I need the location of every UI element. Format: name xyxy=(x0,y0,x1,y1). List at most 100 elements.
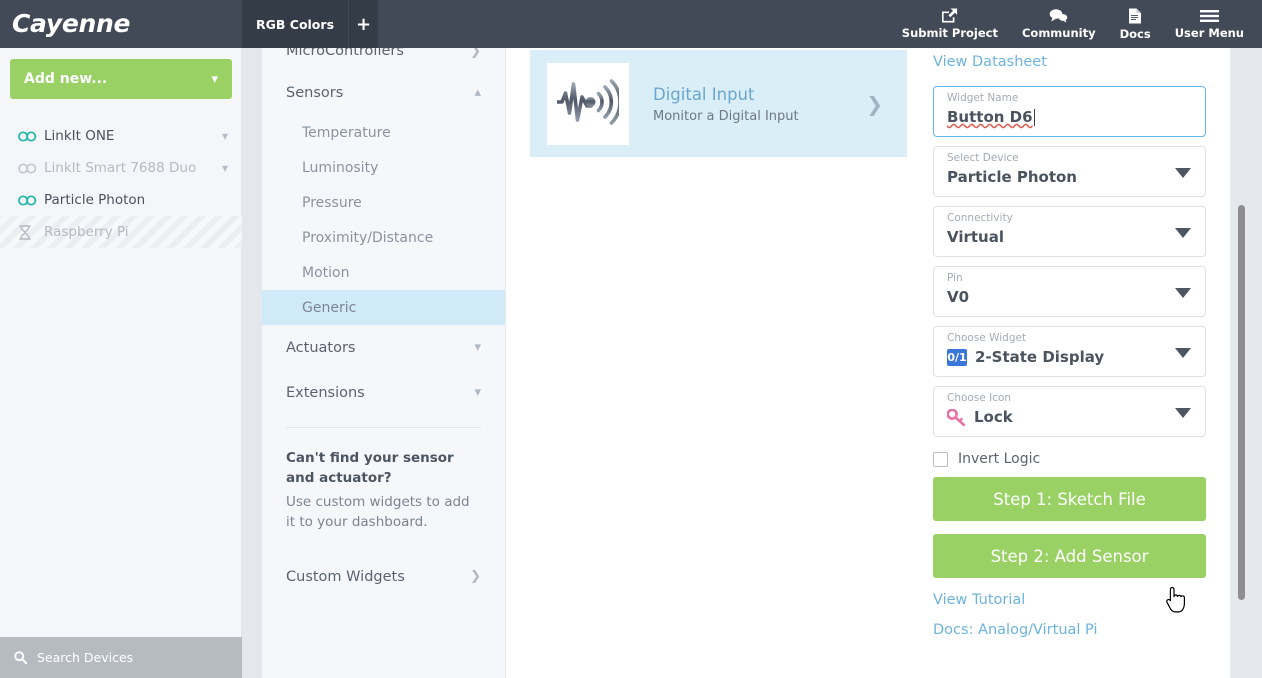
chevron-up-icon: ▴ xyxy=(474,85,481,100)
field-label: Choose Icon xyxy=(947,392,1012,404)
choose-icon-value-row: Lock xyxy=(947,408,1013,426)
field-label: Pin xyxy=(947,272,963,284)
header-action-submit-project[interactable]: Submit Project xyxy=(890,0,1010,48)
menu-group-microcontrollers[interactable]: MicroControllers ❯ xyxy=(262,48,505,70)
menu-item-label: Generic xyxy=(302,299,357,316)
menu-group-sensors[interactable]: Sensors ▴ xyxy=(262,70,505,115)
chevron-down-icon[interactable]: ▾ xyxy=(222,129,228,143)
step2-add-sensor-button[interactable]: Step 2: Add Sensor xyxy=(933,534,1206,578)
menu-item-motion[interactable]: Motion xyxy=(262,255,505,290)
sidebar-gutter xyxy=(242,48,262,678)
sensors-submenu: Temperature Luminosity Pressure Proximit… xyxy=(262,115,505,325)
select-device-value: Particle Photon xyxy=(947,168,1077,186)
pin-value: V0 xyxy=(947,288,970,306)
step1-sketch-file-button[interactable]: Step 1: Sketch File xyxy=(933,477,1206,521)
menu-item-luminosity[interactable]: Luminosity xyxy=(262,150,505,185)
header-action-label: Docs xyxy=(1119,26,1151,41)
text-caret xyxy=(1033,108,1035,126)
widget-name-field[interactable]: Widget Name Button D6 xyxy=(933,86,1206,137)
header-action-community[interactable]: Community xyxy=(1010,0,1108,48)
invert-logic-row[interactable]: Invert Logic xyxy=(933,451,1230,467)
menu-group-extensions[interactable]: Extensions ▾ xyxy=(262,370,505,415)
choose-icon-field[interactable]: Choose Icon Lock xyxy=(933,386,1206,437)
chevron-right-icon: ❯ xyxy=(470,569,481,584)
brand-logo[interactable]: Cayenne xyxy=(12,9,130,38)
add-new-button[interactable]: Add new... ▾ xyxy=(10,59,232,99)
view-datasheet-link[interactable]: View Datasheet xyxy=(933,54,1230,70)
choose-widget-value: 2-State Display xyxy=(975,348,1105,366)
header-action-user-menu[interactable]: User Menu xyxy=(1163,0,1256,48)
left-sidebar: Add new... ▾ LinkIt ONE ▾ LinkIt Smart 7… xyxy=(0,48,242,678)
hamburger-icon xyxy=(1199,9,1219,26)
menu-item-label: Pressure xyxy=(302,194,362,211)
two-state-badge-icon: 0/1 xyxy=(947,348,967,366)
device-item-linkit-one[interactable]: LinkIt ONE ▾ xyxy=(0,120,242,152)
menu-group-label: Sensors xyxy=(286,84,344,101)
field-label: Widget Name xyxy=(947,92,1019,104)
menu-item-label: Luminosity xyxy=(302,159,379,176)
chevron-down-icon[interactable] xyxy=(1175,408,1191,418)
help-title: Can't find your sensor and actuator? xyxy=(286,450,454,486)
widget-card-title: Digital Input xyxy=(653,84,755,104)
widget-card-digital-input[interactable]: Digital Input Monitor a Digital Input ❯ xyxy=(530,50,907,157)
search-devices-input[interactable]: Search Devices xyxy=(0,637,242,678)
field-label: Select Device xyxy=(947,152,1019,164)
chevron-down-icon[interactable] xyxy=(1175,348,1191,358)
signal-waveform-icon xyxy=(556,78,622,129)
invert-logic-checkbox[interactable] xyxy=(933,451,948,467)
connectivity-field[interactable]: Connectivity Virtual xyxy=(933,206,1206,257)
widget-catalog: Digital Input Monitor a Digital Input ❯ xyxy=(506,48,933,678)
device-list: LinkIt ONE ▾ LinkIt Smart 7688 Duo ▾ Par… xyxy=(0,120,242,248)
pin-field[interactable]: Pin V0 xyxy=(933,266,1206,317)
document-icon xyxy=(1128,8,1142,27)
chevron-down-icon[interactable] xyxy=(1175,288,1191,298)
choose-icon-value: Lock xyxy=(974,408,1013,426)
menu-group-label: Actuators xyxy=(286,339,356,356)
header-action-label: User Menu xyxy=(1174,25,1244,40)
menu-item-custom-widgets[interactable]: Custom Widgets ❯ xyxy=(262,554,505,599)
menu-item-generic[interactable]: Generic xyxy=(262,290,505,325)
choose-widget-value-row: 0/1 2-State Display xyxy=(947,348,1104,366)
plus-icon: + xyxy=(355,13,372,35)
menu-item-label: Custom Widgets xyxy=(286,568,405,585)
chevron-down-icon[interactable]: ▾ xyxy=(222,161,228,175)
device-label: LinkIt ONE xyxy=(44,128,115,144)
chevron-down-icon[interactable] xyxy=(1175,228,1191,238)
key-icon xyxy=(947,408,966,426)
vertical-scrollbar-thumb[interactable] xyxy=(1238,205,1245,600)
chevron-down-icon[interactable] xyxy=(1175,168,1191,178)
select-device-field[interactable]: Select Device Particle Photon xyxy=(933,146,1206,197)
header-action-label: Community xyxy=(1021,26,1096,40)
choose-widget-field[interactable]: Choose Widget 0/1 2-State Display xyxy=(933,326,1206,377)
tab-label: RGB Colors xyxy=(256,16,335,32)
chevron-down-icon: ▾ xyxy=(474,340,481,355)
view-tutorial-link[interactable]: View Tutorial xyxy=(933,592,1230,608)
tab-strip: RGB Colors + xyxy=(242,0,379,48)
chat-icon xyxy=(1049,8,1068,26)
field-label: Connectivity xyxy=(947,212,1013,224)
search-placeholder-label: Search Devices xyxy=(37,650,134,665)
docs-analog-virtual-pin-link[interactable]: Docs: Analog/Virtual Pi xyxy=(933,622,1230,638)
menu-group-label: Extensions xyxy=(286,384,365,401)
menu-item-label: Temperature xyxy=(302,124,391,141)
widget-name-input[interactable]: Button D6 xyxy=(947,108,1035,126)
widget-thumbnail xyxy=(547,62,629,145)
app-header: Cayenne RGB Colors + Submit Project Comm… xyxy=(0,0,1262,48)
device-item-raspberry-pi[interactable]: Raspberry Pi xyxy=(0,216,242,248)
menu-item-pressure[interactable]: Pressure xyxy=(262,185,505,220)
step2-label: Step 2: Add Sensor xyxy=(990,546,1149,566)
chevron-down-icon: ▾ xyxy=(474,385,481,400)
menu-item-temperature[interactable]: Temperature xyxy=(262,115,505,150)
menu-group-actuators[interactable]: Actuators ▾ xyxy=(262,325,505,370)
device-label: Raspberry Pi xyxy=(44,224,129,240)
field-label: Choose Widget xyxy=(947,332,1027,344)
chevron-right-icon: ❯ xyxy=(866,91,883,116)
device-item-linkit-smart-7688-duo[interactable]: LinkIt Smart 7688 Duo ▾ xyxy=(0,152,242,184)
header-action-docs[interactable]: Docs xyxy=(1108,0,1163,48)
tab-rgb-colors[interactable]: RGB Colors xyxy=(242,0,349,48)
add-tab-button[interactable]: + xyxy=(348,0,379,48)
menu-item-label: Motion xyxy=(302,264,350,281)
board-link-icon xyxy=(18,194,40,206)
device-item-particle-photon[interactable]: Particle Photon xyxy=(0,184,242,216)
menu-item-proximity-distance[interactable]: Proximity/Distance xyxy=(262,220,505,255)
